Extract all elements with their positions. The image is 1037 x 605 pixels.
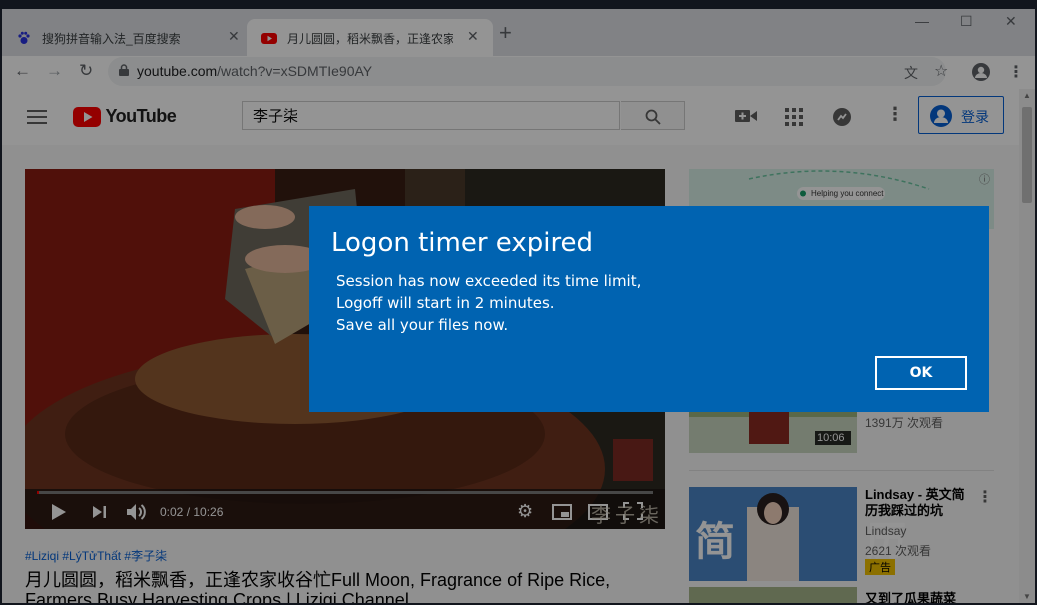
logon-timer-dialog: Logon timer expired Session has now exce… [309, 206, 989, 412]
dialog-title: Logon timer expired [331, 228, 594, 258]
dialog-message-line: Session has now exceeded its time limit, [336, 272, 642, 290]
dialog-message-line: Save all your files now. [336, 316, 509, 334]
dialog-message: Session has now exceeded its time limit,… [336, 270, 641, 336]
dialog-message-line: Logoff will start in 2 minutes. [336, 294, 555, 312]
ok-button[interactable]: OK [875, 356, 967, 390]
